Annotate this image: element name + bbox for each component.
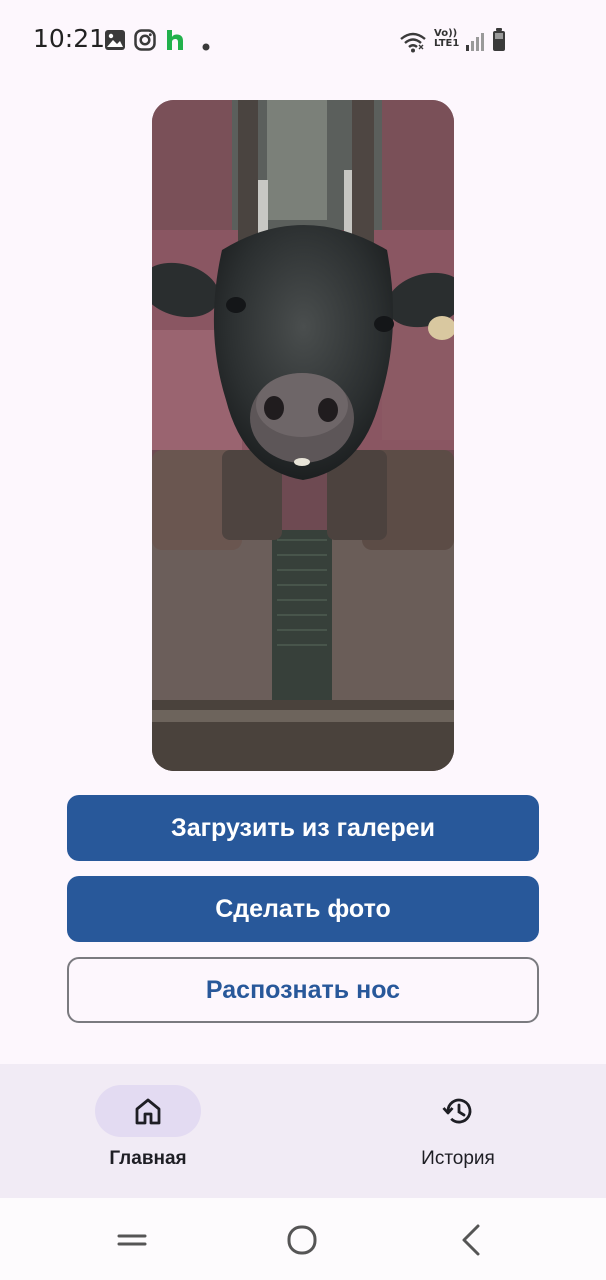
recent-apps-icon[interactable] — [112, 1220, 152, 1260]
battery-icon — [493, 28, 505, 51]
system-navigation-bar — [0, 1198, 606, 1280]
bottom-navigation: Главная История — [0, 1064, 606, 1198]
cow-photo-illustration — [152, 100, 454, 771]
wifi-icon — [400, 32, 426, 53]
notification-dot — [202, 43, 210, 51]
cow-photo — [152, 100, 454, 771]
signal-icon — [466, 33, 484, 51]
hh-app-icon — [167, 30, 183, 50]
nav-label-home: Главная — [109, 1148, 187, 1169]
instagram-icon — [134, 29, 156, 51]
lte-label: LTE1 — [434, 38, 460, 49]
recognize-nose-button[interactable]: Распознать нос — [67, 957, 539, 1023]
nav-label-history: История — [421, 1148, 495, 1169]
take-photo-button[interactable]: Сделать фото — [67, 876, 539, 942]
history-icon — [442, 1098, 472, 1124]
gallery-icon — [105, 30, 125, 50]
home-icon — [135, 1098, 161, 1125]
status-bar: 10:21 Vo)) LTE1 — [0, 0, 606, 80]
nav-item-history[interactable]: История — [358, 1064, 558, 1198]
nav-item-home[interactable]: Главная — [48, 1064, 248, 1198]
status-time: 10:21 — [33, 24, 106, 53]
back-icon[interactable] — [452, 1220, 492, 1260]
network-type-label: Vo)) LTE1 — [434, 29, 459, 49]
home-circle-icon[interactable] — [282, 1220, 322, 1260]
nav-icon-container — [405, 1085, 511, 1137]
upload-from-gallery-button[interactable]: Загрузить из галереи — [67, 795, 539, 861]
nav-active-indicator — [95, 1085, 201, 1137]
